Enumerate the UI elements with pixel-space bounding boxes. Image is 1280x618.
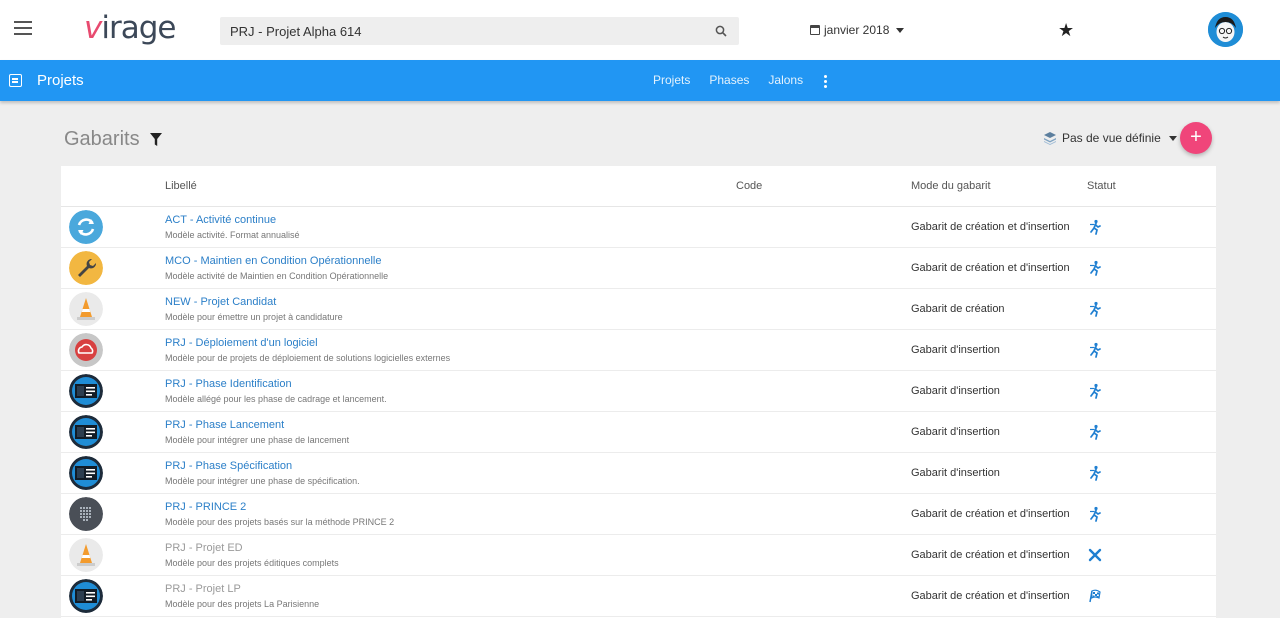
table-header: Libellé Code Mode du gabarit Statut — [61, 166, 1216, 207]
active-status-icon[interactable] — [1087, 424, 1103, 440]
page-title: Gabarits — [64, 128, 140, 150]
template-description: Modèle pour intégrer une phase de lancem… — [165, 435, 350, 445]
date-selector[interactable]: janvier 2018 — [810, 23, 905, 37]
active-status-icon[interactable] — [1087, 219, 1103, 235]
finished-status-icon[interactable] — [1087, 588, 1103, 604]
inactive-status-icon[interactable] — [1087, 547, 1103, 563]
template-mode: Gabarit d'insertion — [911, 385, 1000, 397]
template-mode: Gabarit d'insertion — [911, 344, 1000, 356]
template-mode: Gabarit de création et d'insertion — [911, 590, 1070, 602]
column-header-libelle[interactable]: Libellé — [165, 180, 197, 192]
project-card-icon — [69, 456, 103, 490]
active-status-icon[interactable] — [1087, 301, 1103, 317]
template-description: Modèle pour des projets éditiques comple… — [165, 558, 339, 568]
table-row[interactable]: PRJ - Phase Lancement Modèle pour intégre… — [61, 412, 1216, 453]
table-row[interactable]: PRJ - Projet ED Modèle pour des projets é… — [61, 535, 1216, 576]
section-navbar: Projets Projets Phases Jalons — [0, 60, 1280, 101]
template-mode: Gabarit de création et d'insertion — [911, 221, 1070, 233]
template-title-link[interactable]: PRJ - Phase Spécification — [165, 460, 292, 472]
project-card-icon — [69, 374, 103, 408]
nav-link-projets[interactable]: Projets — [653, 73, 690, 87]
projects-icon — [9, 74, 22, 87]
template-title-link[interactable]: PRJ - Phase Identification — [165, 378, 292, 390]
template-description: Modèle pour intégrer une phase de spécif… — [165, 476, 360, 486]
template-mode: Gabarit de création et d'insertion — [911, 262, 1070, 274]
table-row[interactable]: PRJ - Projet LP Modèle pour des projets L… — [61, 576, 1216, 617]
template-mode: Gabarit d'insertion — [911, 426, 1000, 438]
chevron-down-icon — [1168, 135, 1177, 141]
template-description: Modèle activité de Maintien en Condition… — [165, 271, 389, 281]
wrench-icon — [69, 251, 103, 285]
template-title-link[interactable]: PRJ - Phase Lancement — [165, 419, 284, 431]
app-logo[interactable]: virage — [84, 10, 176, 46]
view-selector[interactable]: Pas de vue définie — [1043, 131, 1177, 145]
active-status-icon[interactable] — [1087, 342, 1103, 358]
template-mode: Gabarit d'insertion — [911, 467, 1000, 479]
active-status-icon[interactable] — [1087, 465, 1103, 481]
column-header-statut[interactable]: Statut — [1087, 180, 1116, 192]
template-mode: Gabarit de création — [911, 303, 1005, 315]
template-title-link[interactable]: PRJ - Projet LP — [165, 583, 241, 595]
search-icon[interactable] — [715, 25, 727, 37]
traffic-cone-icon — [69, 538, 103, 572]
template-description: Modèle activité. Format annualisé — [165, 230, 300, 240]
template-mode: Gabarit de création et d'insertion — [911, 508, 1070, 520]
avatar-face-icon — [1208, 12, 1243, 47]
template-description: Modèle pour des projets basés sur la mét… — [165, 517, 395, 527]
template-mode: Gabarit de création et d'insertion — [911, 549, 1070, 561]
calendar-icon — [810, 25, 820, 35]
dot-grid-icon — [69, 497, 103, 531]
table-row[interactable]: MCO - Maintien en Condition Opérationnel… — [61, 248, 1216, 289]
template-description: Modèle pour des projets La Parisienne — [165, 599, 320, 609]
active-status-icon[interactable] — [1087, 383, 1103, 399]
template-title-link[interactable]: PRJ - Projet ED — [165, 542, 243, 554]
cloud-icon — [69, 333, 103, 367]
table-row[interactable]: PRJ - Phase Spécification Modèle pour int… — [61, 453, 1216, 494]
template-title-link[interactable]: MCO - Maintien en Condition Opérationnel… — [165, 255, 381, 267]
table-row[interactable]: PRJ - Phase Identification Modèle allégé … — [61, 371, 1216, 412]
search-input[interactable] — [220, 17, 700, 45]
user-avatar[interactable] — [1208, 12, 1243, 47]
table-row[interactable]: PRJ - PRINCE 2 Modèle pour des projets ba… — [61, 494, 1216, 535]
column-header-code[interactable]: Code — [736, 180, 762, 192]
date-label: janvier 2018 — [824, 23, 890, 37]
favorites-star-icon[interactable]: ★ — [1058, 20, 1074, 40]
top-header: virage janvier 2018 ★ — [0, 0, 1280, 60]
template-description: Modèle pour de projets de déploiement de… — [165, 353, 451, 363]
traffic-cone-icon — [69, 292, 103, 326]
more-options-icon[interactable] — [824, 75, 828, 89]
section-title: Projets — [37, 72, 84, 89]
template-title-link[interactable]: ACT - Activité continue — [165, 214, 276, 226]
hamburger-menu-icon[interactable] — [14, 21, 32, 35]
chevron-down-icon — [896, 27, 905, 33]
refresh-icon — [69, 210, 103, 244]
project-card-icon — [69, 415, 103, 449]
templates-table: Libellé Code Mode du gabarit Statut ACT … — [61, 166, 1216, 618]
layers-icon — [1044, 132, 1056, 145]
template-title-link[interactable]: PRJ - PRINCE 2 — [165, 501, 246, 513]
filter-icon[interactable] — [150, 133, 162, 147]
template-description: Modèle pour émettre un projet à candidat… — [165, 312, 343, 322]
active-status-icon[interactable] — [1087, 506, 1103, 522]
column-header-mode[interactable]: Mode du gabarit — [911, 180, 991, 192]
active-status-icon[interactable] — [1087, 260, 1103, 276]
table-row[interactable]: NEW - Projet Candidat Modèle pour émettre… — [61, 289, 1216, 330]
template-description: Modèle allégé pour les phase de cadrage … — [165, 394, 387, 404]
template-title-link[interactable]: PRJ - Déploiement d'un logiciel — [165, 337, 318, 349]
nav-link-phases[interactable]: Phases — [709, 73, 749, 87]
add-template-button[interactable]: + — [1180, 122, 1212, 154]
view-label: Pas de vue définie — [1062, 131, 1161, 145]
table-row[interactable]: PRJ - Déploiement d'un logiciel Modèle po… — [61, 330, 1216, 371]
search-bar — [220, 17, 739, 45]
template-title-link[interactable]: NEW - Projet Candidat — [165, 296, 276, 308]
table-row[interactable]: ACT - Activité continue Modèle activité. … — [61, 207, 1216, 248]
nav-links: Projets Phases Jalons — [653, 73, 803, 87]
project-card-icon — [69, 579, 103, 613]
nav-link-jalons[interactable]: Jalons — [768, 73, 803, 87]
